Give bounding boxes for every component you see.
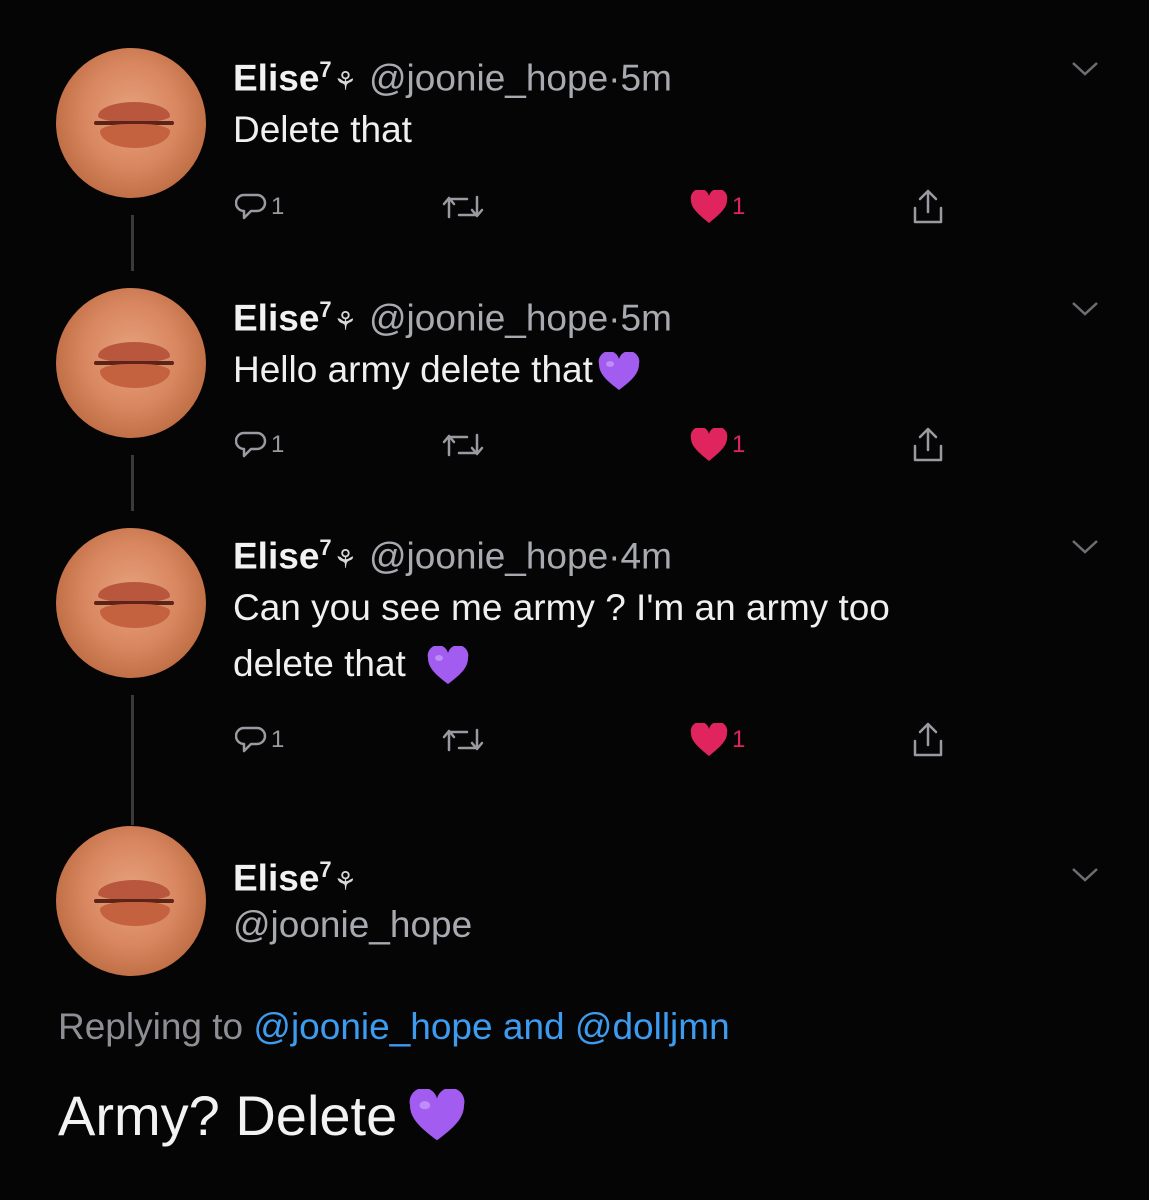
mention-link[interactable]: @joonie_hope bbox=[253, 1006, 492, 1047]
replying-and: and bbox=[502, 1006, 565, 1047]
tweet-text-content: Army? Delete bbox=[58, 1084, 398, 1147]
username[interactable]: @joonie_hope bbox=[233, 903, 472, 947]
tweet-text: Army? Delete bbox=[58, 1080, 467, 1152]
avatar[interactable] bbox=[56, 826, 206, 976]
mention-link[interactable]: @dolljmn bbox=[575, 1006, 730, 1047]
rose-icon: ⚘ bbox=[333, 866, 357, 897]
name-superscript: 7 bbox=[319, 857, 332, 882]
display-name-block: Elise7⚘ bbox=[233, 848, 369, 903]
purple-heart-emoji bbox=[409, 1089, 465, 1141]
main-tweet[interactable]: Elise7⚘ @joonie_hope Replying to @joonie… bbox=[0, 0, 1149, 1200]
chevron-down-icon[interactable] bbox=[1070, 866, 1100, 884]
display-name[interactable]: Elise bbox=[233, 857, 319, 898]
replying-to: Replying to @joonie_hope and @dolljmn bbox=[58, 1003, 730, 1051]
replying-prefix: Replying to bbox=[58, 1006, 244, 1047]
